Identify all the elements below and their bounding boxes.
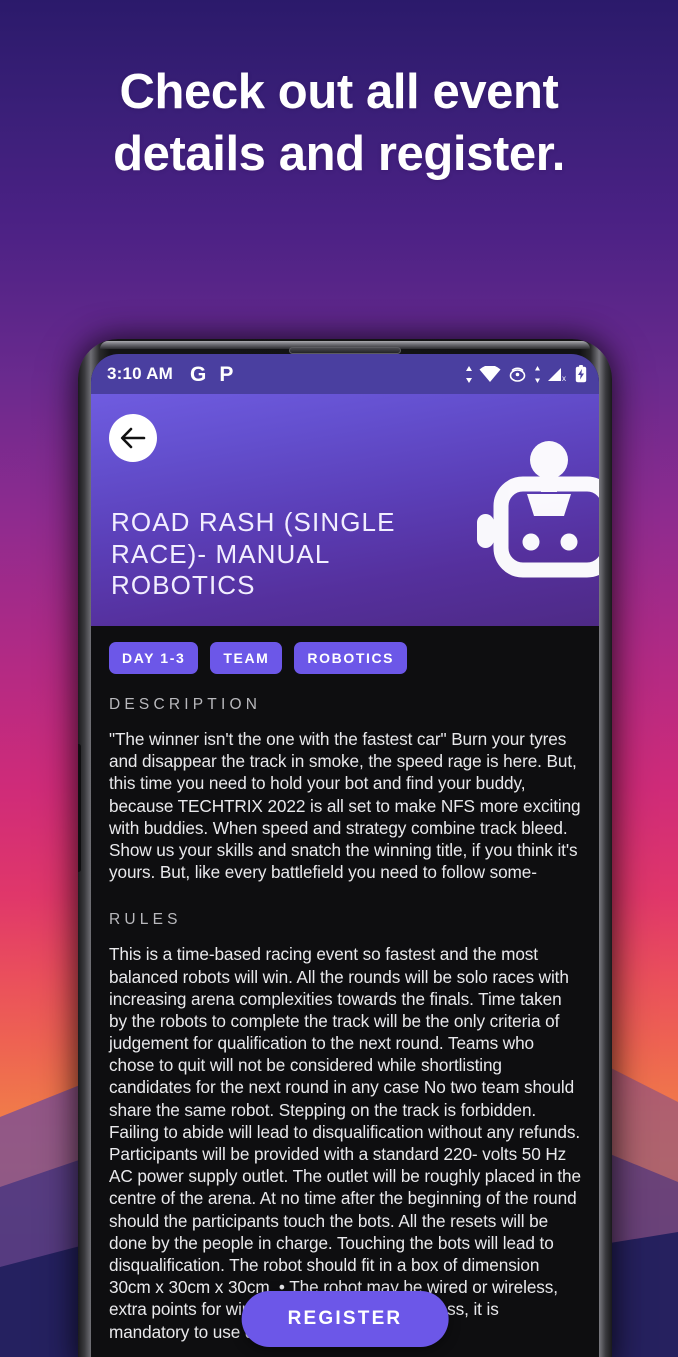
cast-icon: [509, 367, 526, 382]
description-heading: DESCRIPTION: [109, 696, 262, 713]
earpiece-speaker: [289, 347, 401, 354]
status-icons: x: [465, 365, 587, 383]
description-text: "The winner isn't the one with the faste…: [109, 729, 581, 883]
register-button[interactable]: REGISTER: [241, 1291, 449, 1347]
event-header: ROAD RASH (SINGLE RACE)- MANUAL ROBOTICS: [91, 394, 599, 626]
google-icon: G: [189, 362, 207, 386]
arrow-left-icon: [120, 427, 146, 449]
rules-text: This is a time-based racing event so fas…: [109, 944, 581, 1342]
pinterest-icon: P: [219, 362, 234, 386]
sync-icon: [535, 365, 540, 383]
headline-line-1: Check out all event: [119, 65, 559, 119]
tag-chip-team[interactable]: TEAM: [210, 642, 283, 674]
headline-line-2: details and register.: [113, 126, 565, 181]
battery-charging-icon: [575, 365, 587, 383]
signal-no-service-icon: x: [548, 367, 566, 383]
status-bar: 3:10 AM G P x: [91, 354, 599, 394]
back-button[interactable]: [109, 414, 157, 462]
data-transfer-icon: [466, 365, 472, 383]
volume-button[interactable]: [78, 744, 81, 872]
svg-text:x: x: [562, 374, 566, 383]
wifi-icon: [479, 365, 501, 382]
robot-icon: [477, 441, 599, 578]
event-title: ROAD RASH (SINGLE RACE)- MANUAL ROBOTICS: [111, 506, 396, 601]
status-time: 3:10 AM: [107, 364, 173, 383]
tag-chip-category[interactable]: ROBOTICS: [294, 642, 408, 674]
phone-mockup: 3:10 AM G P x ROAD RASH (SINGLE RACE)- M…: [78, 339, 612, 1357]
rules-heading: RULES: [109, 911, 182, 929]
event-body: DAY 1-3 TEAM ROBOTICS DESCRIPTION "The w…: [91, 626, 599, 1357]
phone-screen: 3:10 AM G P x ROAD RASH (SINGLE RACE)- M…: [91, 354, 599, 1357]
tag-chip-list: DAY 1-3 TEAM ROBOTICS: [109, 642, 581, 674]
promo-headline: Check out all event details and register…: [0, 62, 678, 185]
tag-chip-day[interactable]: DAY 1-3: [109, 642, 199, 674]
